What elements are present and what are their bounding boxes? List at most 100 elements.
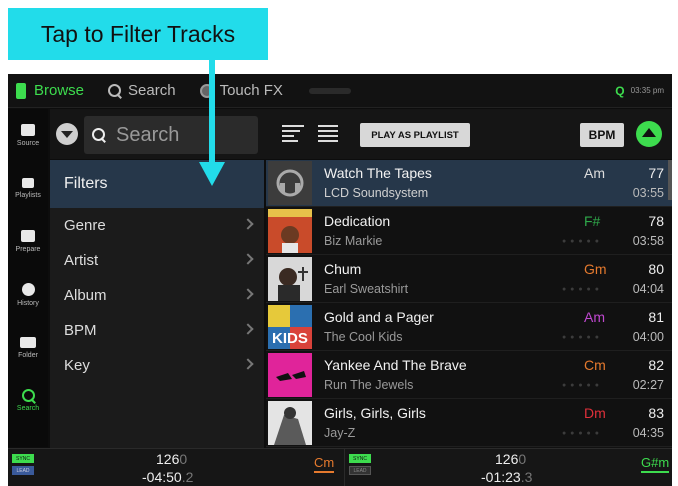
deck-time-fraction: .2 xyxy=(181,469,194,485)
sidebar-item-source[interactable]: Source xyxy=(8,109,48,162)
search-tab[interactable]: Search xyxy=(102,74,182,108)
sidebar-item-prepare[interactable]: Prepare xyxy=(8,215,48,268)
track-title: Watch The Tapes xyxy=(324,165,432,181)
filter-item-artist[interactable]: Artist xyxy=(50,243,264,278)
album-art: KIDS xyxy=(268,305,312,349)
callout-arrow-shaft xyxy=(209,60,215,164)
track-duration: 04:04 xyxy=(632,282,664,296)
track-artist: Earl Sweatshirt xyxy=(324,282,409,296)
track-list-scrollbar[interactable] xyxy=(668,160,672,200)
search-icon xyxy=(92,128,106,142)
track-bpm: 77 xyxy=(648,165,664,181)
folder-icon xyxy=(20,336,36,348)
sidebar-item-search[interactable]: Search xyxy=(8,374,48,427)
filter-item-genre[interactable]: Genre xyxy=(50,208,264,243)
track-key: Cm xyxy=(584,357,606,373)
filter-item-label: Artist xyxy=(64,252,99,269)
filter-item-bpm[interactable]: BPM xyxy=(50,313,264,348)
touch-fx-label: Touch FX xyxy=(219,82,283,99)
album-art xyxy=(268,401,312,445)
clock: 03:35 pm xyxy=(630,86,664,95)
track-row[interactable]: KIDS Gold and a Pager The Cool Kids Am ●… xyxy=(266,304,672,351)
list-view-icon[interactable] xyxy=(318,125,342,145)
track-bpm: 81 xyxy=(648,309,664,325)
track-key: F# xyxy=(584,213,601,229)
track-bpm: 78 xyxy=(648,213,664,229)
track-title: Girls, Girls, Girls xyxy=(324,405,426,421)
chevron-right-icon xyxy=(242,288,254,300)
chevron-right-icon xyxy=(242,323,254,335)
track-title: Dedication xyxy=(324,213,391,229)
track-rating[interactable]: ● ● ● ● ● xyxy=(562,286,600,293)
filter-item-label: Genre xyxy=(64,217,106,234)
track-duration: 03:55 xyxy=(632,186,664,200)
sync-button[interactable]: SYNC xyxy=(349,454,371,463)
sort-column-button[interactable]: BPM xyxy=(580,123,624,147)
touch-fx-tab[interactable]: Touch FX xyxy=(194,74,289,108)
filter-item-label: BPM xyxy=(64,322,97,339)
track-list: Watch The Tapes LCD Soundsystem Am 77 03… xyxy=(266,160,672,448)
prepare-icon xyxy=(21,230,35,242)
callout-arrow-head xyxy=(199,162,225,186)
top-bar: Browse Search Touch FX Q 03:35 pm xyxy=(8,74,672,108)
edit-list-icon[interactable] xyxy=(282,125,306,145)
svg-text:KIDS: KIDS xyxy=(272,330,308,347)
filter-item-label: Album xyxy=(64,287,107,304)
filter-item-album[interactable]: Album xyxy=(50,278,264,313)
sidebar-item-history[interactable]: History xyxy=(8,268,48,321)
device-screen: Browse Search Touch FX Q 03:35 pm Source xyxy=(8,74,672,486)
track-rating[interactable]: ● ● ● ● ● xyxy=(562,430,600,437)
deck-key: Cm xyxy=(314,455,335,473)
deck-bpm-decimal: 0 xyxy=(179,451,188,467)
album-art xyxy=(268,353,312,397)
sort-direction-button[interactable] xyxy=(636,121,662,147)
track-row[interactable]: Dedication Biz Markie F# ● ● ● ● ● 78 03… xyxy=(266,208,672,255)
wifi-status-icon: Q xyxy=(615,83,625,98)
collapse-chevron-button[interactable] xyxy=(56,123,78,145)
track-bpm: 83 xyxy=(648,405,664,421)
track-duration: 04:35 xyxy=(632,426,664,440)
deck-bpm: 1260 xyxy=(156,451,187,467)
filter-item-label: Key xyxy=(64,357,90,374)
track-title: Yankee And The Brave xyxy=(324,357,467,373)
track-row[interactable]: Yankee And The Brave Run The Jewels Cm ●… xyxy=(266,352,672,399)
track-row[interactable]: Girls, Girls, Girls Jay-Z Dm ● ● ● ● ● 8… xyxy=(266,400,672,447)
callout-text: Tap to Filter Tracks xyxy=(40,20,236,47)
search-input[interactable]: Search xyxy=(84,116,258,154)
deck-time-value: -01:23 xyxy=(481,469,521,485)
sidebar-item-playlists[interactable]: Playlists xyxy=(8,162,48,215)
filter-panel: Filters Genre Artist Album BPM Key xyxy=(50,160,264,448)
sidebar-item-label: Search xyxy=(16,405,40,412)
track-rating[interactable]: ● ● ● ● ● xyxy=(562,334,600,341)
lead-indicator: LEAD xyxy=(349,466,371,475)
browser-control-row: Search PLAY AS PLAYLIST BPM xyxy=(50,109,672,159)
deck-time: -01:23.3 xyxy=(481,469,532,485)
track-rating[interactable]: ● ● ● ● ● xyxy=(562,382,600,389)
track-row[interactable]: Watch The Tapes LCD Soundsystem Am 77 03… xyxy=(266,160,672,207)
track-duration: 02:27 xyxy=(632,378,664,392)
track-key: Gm xyxy=(584,261,607,277)
chevron-right-icon xyxy=(242,358,254,370)
playlists-icon xyxy=(22,178,34,188)
track-bpm: 80 xyxy=(648,261,664,277)
album-art xyxy=(268,257,312,301)
filters-header[interactable]: Filters xyxy=(50,160,264,208)
deck-time-value: -04:50 xyxy=(142,469,182,485)
deck-bpm-decimal: 0 xyxy=(518,451,527,467)
track-artist: The Cool Kids xyxy=(324,330,403,344)
track-duration: 04:00 xyxy=(632,330,664,344)
sidebar-item-folder[interactable]: Folder xyxy=(8,321,48,374)
album-art xyxy=(268,161,312,205)
sync-button[interactable]: SYNC xyxy=(12,454,34,463)
track-row[interactable]: Chum Earl Sweatshirt Gm ● ● ● ● ● 80 04:… xyxy=(266,256,672,303)
track-key: Dm xyxy=(584,405,606,421)
deck-key: G#m xyxy=(641,455,670,473)
filter-item-key[interactable]: Key xyxy=(50,348,264,383)
deck-bpm-value: 126 xyxy=(495,451,519,467)
track-rating[interactable]: ● ● ● ● ● xyxy=(562,238,600,245)
browse-tab[interactable]: Browse xyxy=(8,74,90,108)
deck-time: -04:50.2 xyxy=(142,469,193,485)
deck-bpm: 1260 xyxy=(495,451,526,467)
sidebar-item-label: Playlists xyxy=(15,192,41,199)
play-as-playlist-button[interactable]: PLAY AS PLAYLIST xyxy=(360,123,470,147)
